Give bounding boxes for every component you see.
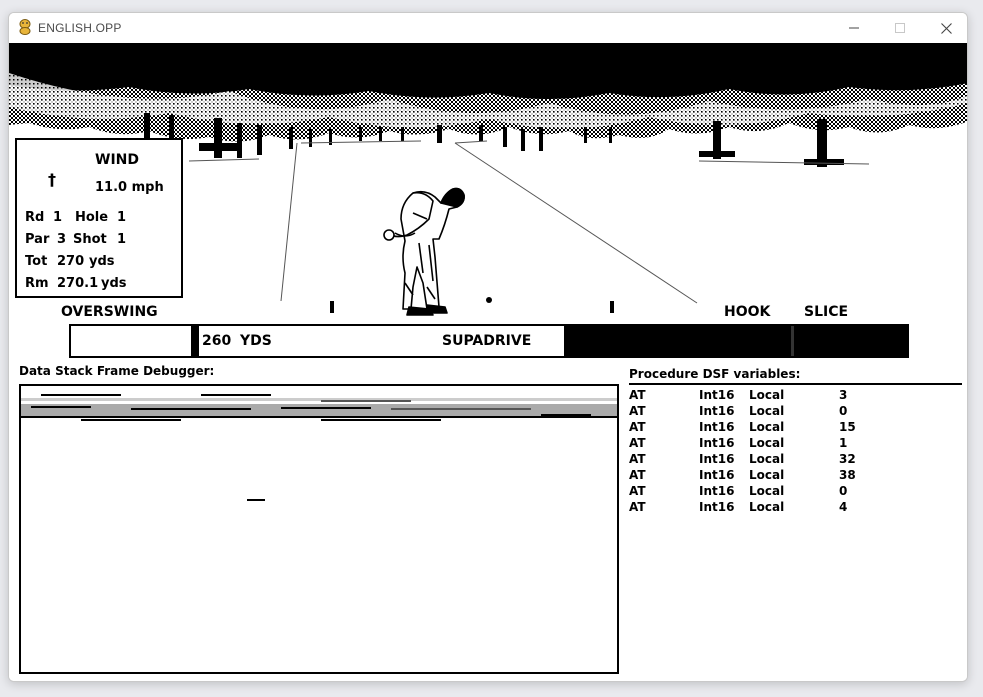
- hole-value: 1: [117, 210, 127, 225]
- variable-value: 0: [839, 484, 848, 498]
- wind-direction-icon: †: [48, 170, 56, 189]
- slice-label: SLICE: [804, 304, 849, 320]
- variable-type: Int16: [699, 500, 735, 514]
- close-button[interactable]: [923, 13, 967, 43]
- remaining-label: Rm: [25, 276, 49, 291]
- maximize-icon: [895, 23, 905, 33]
- game-screen[interactable]: WIND † 11.0 mph Rd 1 Hole 1 Par 3 Shot 1…: [9, 43, 967, 681]
- shot-distance-value: 260: [202, 333, 232, 349]
- variable-row[interactable]: AT Int16 Local 0: [629, 404, 959, 420]
- swing-meter[interactable]: 260 YDS SUPADRIVE: [69, 324, 909, 358]
- club-name: SUPADRIVE: [442, 333, 532, 349]
- maximize-button[interactable]: [877, 13, 923, 43]
- variable-type: Int16: [699, 452, 735, 466]
- variables-title: Procedure DSF variables:: [629, 367, 801, 381]
- debugger-panel[interactable]: [19, 384, 619, 674]
- variable-type: Int16: [699, 404, 735, 418]
- power-fill: [564, 326, 907, 356]
- variable-value: 32: [839, 452, 856, 466]
- close-icon: [940, 22, 952, 34]
- variable-type: Int16: [699, 420, 735, 434]
- total-unit: yds: [89, 254, 115, 269]
- variable-scope: Local: [749, 484, 785, 498]
- par-value: 3: [57, 232, 67, 247]
- title-bar[interactable]: ENGLISH.OPP: [9, 13, 967, 43]
- variable-name: AT: [629, 404, 646, 418]
- window-title: ENGLISH.OPP: [38, 21, 122, 35]
- variable-row[interactable]: AT Int16 Local 1: [629, 436, 959, 452]
- par-label: Par: [25, 232, 50, 247]
- aim-markers: [330, 297, 614, 313]
- variable-row[interactable]: AT Int16 Local 0: [629, 484, 959, 500]
- variable-row[interactable]: AT Int16 Local 38: [629, 468, 959, 484]
- variable-value: 1: [839, 436, 848, 450]
- total-value: 270: [57, 254, 85, 269]
- overswing-marker: [191, 326, 199, 356]
- hole-label: Hole: [75, 210, 109, 225]
- hook-label: HOOK: [724, 304, 771, 320]
- variable-row[interactable]: AT Int16 Local 32: [629, 452, 959, 468]
- variable-type: Int16: [699, 388, 735, 402]
- variable-scope: Local: [749, 436, 785, 450]
- variable-name: AT: [629, 436, 646, 450]
- minimize-button[interactable]: [831, 13, 877, 43]
- debugger-trace: [21, 394, 617, 501]
- golfer-sprite: [383, 187, 465, 316]
- total-label: Tot: [25, 254, 48, 269]
- variable-name: AT: [629, 388, 646, 402]
- variable-name: AT: [629, 452, 646, 466]
- app-icon: [19, 19, 31, 35]
- round-value: 1: [53, 210, 63, 225]
- variable-scope: Local: [749, 420, 785, 434]
- shot-label: Shot: [73, 232, 107, 247]
- variable-row[interactable]: AT Int16 Local 15: [629, 420, 959, 436]
- meter-center-tick: [791, 326, 794, 356]
- variable-value: 4: [839, 500, 848, 514]
- minimize-icon: [849, 27, 859, 29]
- remaining-unit: yds: [101, 276, 127, 291]
- variable-type: Int16: [699, 468, 735, 482]
- hole-info-panel: WIND † 11.0 mph Rd 1 Hole 1 Par 3 Shot 1…: [15, 138, 183, 298]
- variable-type: Int16: [699, 484, 735, 498]
- variable-scope: Local: [749, 468, 785, 482]
- remaining-value: 270.1: [57, 276, 99, 291]
- variable-value: 0: [839, 404, 848, 418]
- variable-name: AT: [629, 484, 646, 498]
- app-window: ENGLISH.OPP WIND † 11.0 mph Rd 1 Hole 1 …: [8, 12, 968, 682]
- variable-scope: Local: [749, 404, 785, 418]
- shot-distance-unit: YDS: [240, 333, 272, 349]
- variable-scope: Local: [749, 452, 785, 466]
- fairway-lines: [188, 140, 870, 304]
- shot-value: 1: [117, 232, 127, 247]
- variables-divider: [629, 383, 962, 385]
- variable-value: 15: [839, 420, 856, 434]
- wind-label: WIND: [95, 152, 139, 168]
- variable-row[interactable]: AT Int16 Local 4: [629, 500, 959, 516]
- variable-name: AT: [629, 500, 646, 514]
- debugger-title: Data Stack Frame Debugger:: [19, 364, 215, 378]
- variable-name: AT: [629, 420, 646, 434]
- variable-scope: Local: [749, 500, 785, 514]
- round-label: Rd: [25, 210, 45, 225]
- variable-name: AT: [629, 468, 646, 482]
- variable-value: 38: [839, 468, 856, 482]
- variable-scope: Local: [749, 388, 785, 402]
- wind-speed: 11.0 mph: [95, 180, 164, 195]
- variable-row[interactable]: AT Int16 Local 3: [629, 388, 959, 404]
- variable-value: 3: [839, 388, 848, 402]
- overswing-label: OVERSWING: [61, 304, 158, 320]
- variable-type: Int16: [699, 436, 735, 450]
